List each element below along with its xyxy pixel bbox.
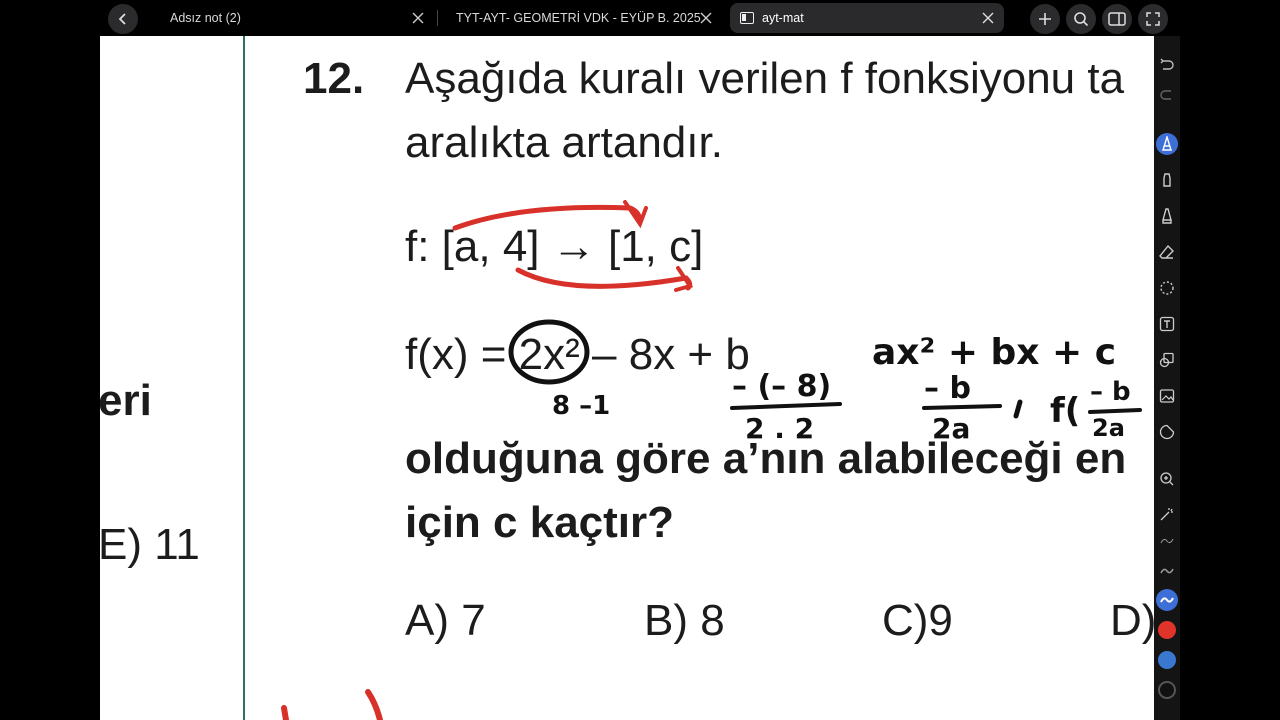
new-tab-button[interactable] — [1030, 4, 1060, 34]
close-icon[interactable] — [980, 10, 996, 26]
eraser-tool[interactable] — [1156, 241, 1178, 263]
hw-general-quadratic: ax² + bx + c — [872, 332, 1116, 373]
tab-ayt-mat[interactable]: ayt-mat — [730, 3, 1004, 33]
hw-8-minus-1: 8 –1 — [552, 391, 610, 421]
fraction-bar-1 — [730, 402, 842, 410]
eraser-icon — [1159, 244, 1174, 259]
tab-label: ayt-mat — [762, 11, 804, 25]
medium-stroke-icon — [1160, 568, 1174, 574]
hw-f-denominator: 2a — [1092, 414, 1125, 442]
text-tool[interactable] — [1156, 313, 1178, 335]
hw-b-over-2a-denominator: 2a — [932, 412, 970, 445]
sticker-tool[interactable] — [1156, 421, 1178, 443]
tab-adsiz-not[interactable]: Adsız not (2) — [148, 3, 434, 33]
stroke-medium[interactable] — [1156, 560, 1178, 582]
tab-separator — [437, 10, 438, 26]
hw-vertex-numerator: – (– 8) — [732, 369, 831, 404]
shapes-tool[interactable] — [1156, 349, 1178, 371]
marker-icon — [1163, 173, 1171, 187]
undo-icon — [1160, 58, 1174, 70]
color-blue[interactable] — [1158, 651, 1176, 669]
pen-tool[interactable] — [1156, 133, 1178, 155]
annotation-toolbar — [1154, 36, 1180, 720]
document-page[interactable]: eri E) 11 12. Aşağıda kuralı verilen f f… — [100, 36, 1154, 720]
tab-label: Adsız not (2) — [170, 11, 241, 25]
laser-tool[interactable] — [1156, 503, 1178, 525]
undo-button[interactable] — [1156, 54, 1178, 76]
sidebar-icon — [1108, 12, 1126, 26]
image-tool[interactable] — [1156, 385, 1178, 407]
lasso-icon — [1160, 281, 1174, 295]
sidebar-toggle-button[interactable] — [1102, 4, 1132, 34]
tab-bar: Adsız not (2) TYT-AYT- GEOMETRİ VDK - EY… — [0, 0, 1280, 36]
color-red[interactable] — [1158, 621, 1176, 639]
color-black[interactable] — [1158, 681, 1176, 699]
fraction-bar-3 — [1088, 408, 1142, 414]
comma-mark — [1013, 399, 1023, 419]
pen-icon — [1162, 136, 1172, 151]
thick-stroke-icon — [1160, 597, 1174, 603]
laser-icon — [1160, 508, 1173, 521]
expand-icon — [1146, 12, 1160, 26]
fraction-bar-2 — [922, 404, 1002, 410]
sticker-icon — [1159, 424, 1175, 440]
stroke-thick[interactable] — [1156, 589, 1178, 611]
lasso-tool[interactable] — [1156, 277, 1178, 299]
handwriting-layer: 8 –1 – (– 8) 2 . 2 ax² + bx + c – b 2a f… — [281, 200, 1142, 720]
tab-label: TYT-AYT- GEOMETRİ VDK - EYÜP B. 2025 — [456, 11, 701, 25]
circle-around-coefficient — [508, 319, 590, 385]
hw-b-over-2a-numerator: – b — [924, 371, 971, 406]
marker-tool[interactable] — [1156, 169, 1178, 191]
highlighter-tool[interactable] — [1156, 205, 1178, 227]
plus-icon — [1039, 13, 1051, 25]
text-icon — [1159, 316, 1175, 332]
hw-vertex-denominator: 2 . 2 — [745, 412, 814, 445]
stroke-thin[interactable] — [1156, 530, 1178, 552]
close-icon[interactable] — [698, 10, 714, 26]
red-stroke-bottom — [281, 689, 383, 720]
zoom-tool[interactable] — [1156, 468, 1178, 490]
hw-f-of: f( — [1050, 391, 1080, 431]
zoom-icon — [1160, 472, 1174, 486]
document-icon — [740, 12, 754, 24]
tab-geometri[interactable]: TYT-AYT- GEOMETRİ VDK - EYÜP B. 2025 — [440, 3, 722, 33]
chevron-left-icon — [118, 13, 126, 25]
redo-button[interactable] — [1156, 84, 1178, 106]
thin-stroke-icon — [1160, 538, 1174, 544]
shapes-icon — [1159, 352, 1174, 368]
close-icon[interactable] — [410, 10, 426, 26]
back-button[interactable] — [108, 4, 138, 34]
image-icon — [1159, 389, 1175, 403]
search-button[interactable] — [1066, 4, 1096, 34]
red-arc-top — [452, 204, 643, 231]
red-arc-bottom — [515, 267, 693, 291]
search-icon — [1074, 12, 1089, 27]
hw-f-numerator: – b — [1090, 377, 1131, 407]
highlighter-icon — [1162, 208, 1172, 224]
redo-icon — [1160, 90, 1171, 100]
fullscreen-button[interactable] — [1138, 4, 1168, 34]
